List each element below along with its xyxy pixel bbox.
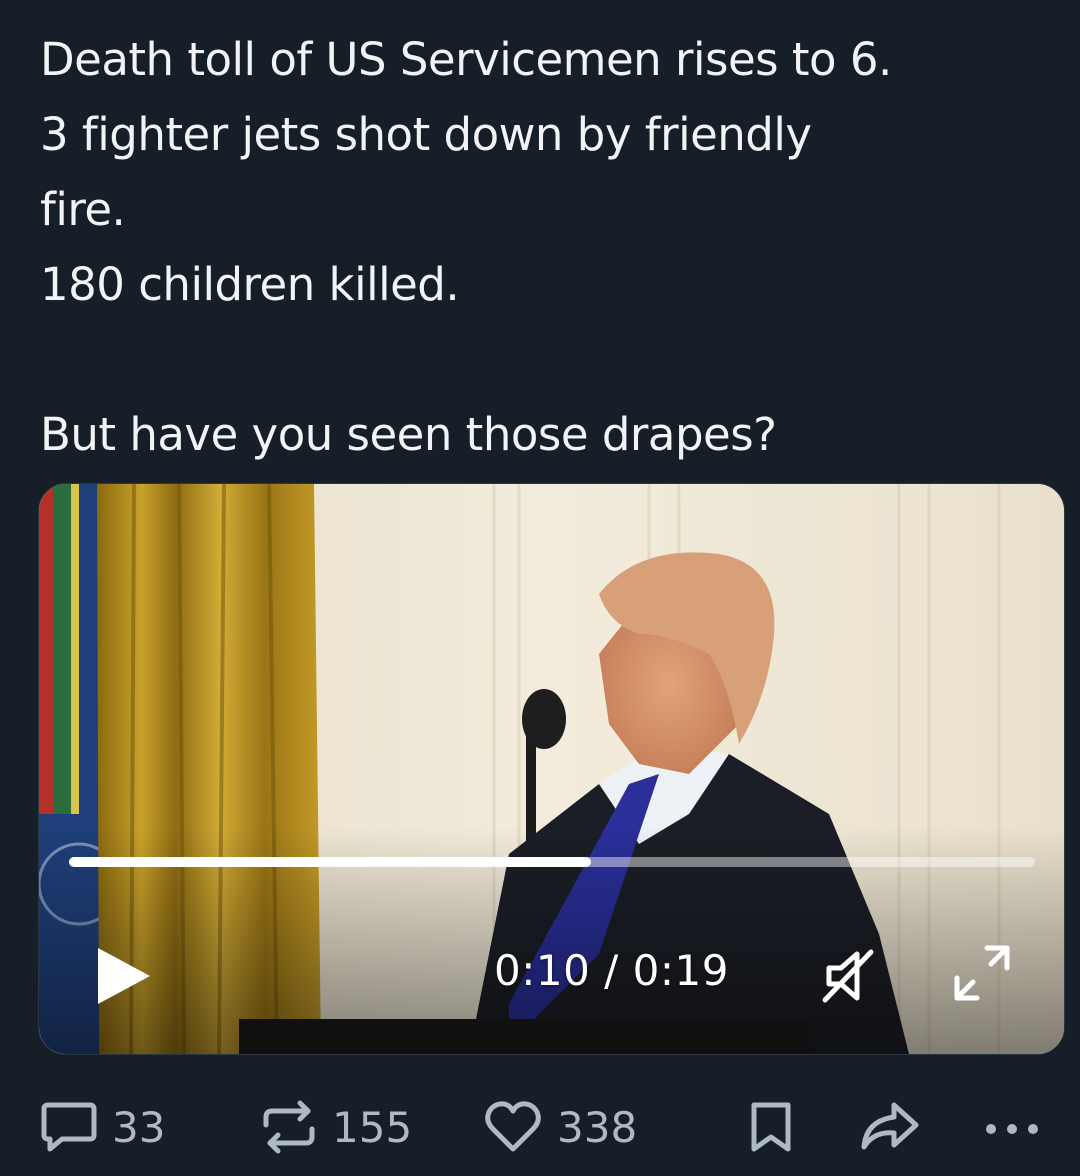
post-text: Death toll of US Servicemen rises to 6. … [40, 22, 1050, 472]
heart-icon [485, 1101, 541, 1152]
bookmark-icon [751, 1102, 791, 1152]
post-text-line-2: 3 fighter jets shot down by friendly [40, 108, 812, 161]
post-text-line-3: fire. [40, 183, 126, 236]
mute-button[interactable] [819, 946, 881, 1006]
like-button[interactable]: 338 [483, 1095, 637, 1159]
reply-count: 33 [112, 1102, 166, 1152]
fullscreen-button[interactable] [949, 942, 1015, 1004]
more-options-button[interactable] [982, 1095, 1042, 1159]
post-text-line-6: But have you seen those drapes? [40, 408, 777, 461]
repost-button[interactable]: 155 [260, 1095, 412, 1159]
more-dots-icon [986, 1124, 1038, 1134]
share-button[interactable] [858, 1095, 922, 1159]
play-button[interactable] [94, 944, 154, 1008]
video-progress-fill [69, 857, 591, 867]
post-text-line-1: Death toll of US Servicemen rises to 6. [40, 33, 892, 86]
reply-button[interactable]: 33 [40, 1095, 165, 1159]
video-progress-bar[interactable] [69, 857, 1035, 867]
like-count: 338 [557, 1102, 638, 1152]
reply-bubble-icon [41, 1102, 97, 1152]
post-text-blank-line [40, 322, 1050, 397]
repost-count: 155 [332, 1102, 413, 1152]
play-icon [98, 948, 150, 1004]
video-time-label: 0:10 / 0:19 [494, 946, 729, 995]
post-text-line-4: 180 children killed. [40, 258, 460, 311]
share-icon [861, 1102, 919, 1150]
video-player[interactable]: 0:10 / 0:19 [38, 483, 1065, 1055]
expand-icon [954, 945, 1010, 1001]
speaker-muted-icon [822, 949, 874, 1003]
post-actions-bar: 33 155 338 [0, 1095, 1080, 1165]
repost-icon [263, 1100, 315, 1154]
bookmark-button[interactable] [748, 1095, 794, 1159]
